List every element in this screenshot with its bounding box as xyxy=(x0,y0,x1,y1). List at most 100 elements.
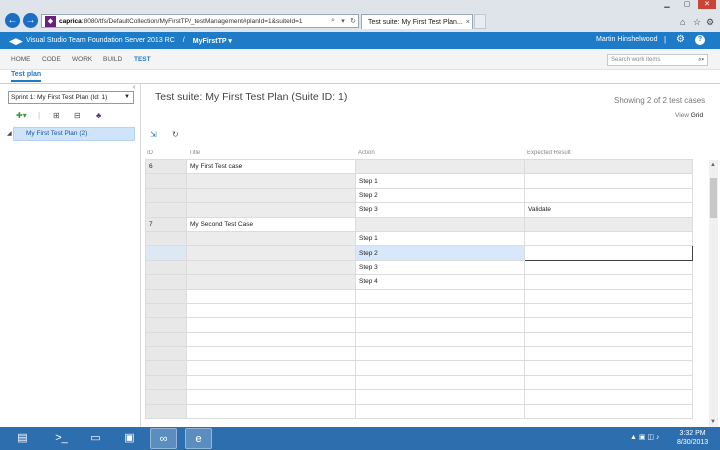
settings-gear-icon[interactable]: ⚙ xyxy=(706,17,714,28)
scroll-up-icon[interactable]: ▲ xyxy=(710,162,716,168)
hub-code[interactable]: CODE xyxy=(42,56,61,63)
cell-title[interactable] xyxy=(186,346,356,362)
cell-expected-result[interactable] xyxy=(524,288,693,304)
cell-action[interactable] xyxy=(355,302,525,319)
favorites-star-icon[interactable]: ☆ xyxy=(693,17,701,28)
scroll-down-icon[interactable]: ▼ xyxy=(710,419,716,425)
back-icon[interactable]: ← xyxy=(5,13,20,28)
minimize-icon[interactable]: ▁ xyxy=(658,0,676,9)
cell-expected-result[interactable] xyxy=(524,374,693,391)
cell-action[interactable] xyxy=(355,317,525,333)
internet-explorer-icon[interactable]: e xyxy=(185,428,212,449)
cell-id[interactable] xyxy=(145,317,187,333)
new-tab-button[interactable] xyxy=(474,14,486,29)
dropdown-icon[interactable]: ▾ xyxy=(338,17,348,25)
cell-expected-result[interactable] xyxy=(524,259,693,276)
cell-action[interactable] xyxy=(355,158,525,175)
cell-action[interactable] xyxy=(355,389,525,405)
cell-action[interactable]: Step 4 xyxy=(355,274,525,290)
maximize-icon[interactable]: ▢ xyxy=(678,0,696,9)
cell-title[interactable] xyxy=(186,403,356,420)
cell-expected-result[interactable] xyxy=(524,403,693,420)
cell-id[interactable] xyxy=(145,302,187,319)
table-row[interactable]: Step 1 xyxy=(145,230,693,247)
assign-configurations-icon[interactable]: ♣ xyxy=(96,111,101,120)
cell-title[interactable] xyxy=(186,230,356,247)
cell-id[interactable] xyxy=(145,202,187,218)
cell-title[interactable] xyxy=(186,202,356,218)
cell-id[interactable] xyxy=(145,403,187,420)
cell-expected-result[interactable]: Validate xyxy=(524,202,693,218)
hub-home[interactable]: HOME xyxy=(11,56,31,63)
table-row[interactable]: Step 4 xyxy=(145,274,693,290)
system-tray-icons[interactable]: ▲ ▣ ◫ ♪ xyxy=(630,433,660,441)
cell-id[interactable] xyxy=(145,389,187,405)
remove-suite-icon[interactable]: ⊟ xyxy=(74,111,81,120)
test-plan-select[interactable]: Sprint 1: My First Test Plan (Id: 1) ▼ xyxy=(8,91,134,104)
admin-gear-icon[interactable]: ⚙ xyxy=(676,34,685,45)
cell-expected-result[interactable] xyxy=(524,274,693,290)
project-selector[interactable]: MyFirstTP ▾ xyxy=(193,37,232,45)
cell-action[interactable]: Step 3 xyxy=(355,259,525,276)
cell-id[interactable] xyxy=(145,374,187,391)
url-text[interactable]: caprica:8080/tfs/DefaultCollection/MyFir… xyxy=(59,18,328,25)
search-icon[interactable]: ⌕ xyxy=(328,17,338,25)
search-work-items-input[interactable]: Search work items ⌕▾ xyxy=(607,54,708,66)
hub-test[interactable]: TEST xyxy=(134,56,151,63)
return-to-list-icon[interactable]: ⇲ xyxy=(150,130,157,139)
table-row[interactable]: Step 3 xyxy=(145,259,693,276)
table-row[interactable]: Step 2 xyxy=(145,245,693,261)
column-header-expected-result[interactable]: Expected Result xyxy=(527,150,571,156)
cell-id[interactable] xyxy=(145,259,187,276)
tree-expand-icon[interactable]: ◢ xyxy=(7,130,12,137)
browser-tab-active[interactable]: Test suite: My First Test Plan... × xyxy=(361,14,473,29)
cell-action[interactable] xyxy=(355,346,525,362)
close-icon[interactable]: ✕ xyxy=(698,0,716,9)
cell-id[interactable]: 7 xyxy=(145,216,187,232)
cell-id[interactable] xyxy=(145,173,187,189)
help-icon[interactable]: ? xyxy=(695,35,705,45)
column-header-action[interactable]: Action xyxy=(358,150,375,156)
user-name[interactable]: Martin Hinshelwood xyxy=(596,36,657,43)
cell-title[interactable] xyxy=(186,302,356,319)
table-row[interactable] xyxy=(145,302,693,319)
table-row[interactable]: 7 My Second Test Case xyxy=(145,216,693,232)
cell-expected-result[interactable] xyxy=(524,187,693,204)
table-row[interactable] xyxy=(145,288,693,304)
server-manager-icon[interactable]: ▤ xyxy=(9,428,36,449)
search-icon[interactable]: ⌕▾ xyxy=(698,55,704,65)
cell-title[interactable] xyxy=(186,288,356,304)
cell-action[interactable] xyxy=(355,360,525,376)
cell-id[interactable] xyxy=(145,187,187,204)
column-header-id[interactable]: ID xyxy=(147,150,153,156)
tab-test-plan[interactable]: Test plan xyxy=(11,71,42,82)
cell-title[interactable]: My First Test case xyxy=(186,158,356,175)
refresh-icon[interactable]: ↻ xyxy=(172,130,179,139)
table-row[interactable] xyxy=(145,360,693,376)
cell-id[interactable] xyxy=(145,331,187,348)
cell-action[interactable]: Step 3 xyxy=(355,202,525,218)
cell-id[interactable] xyxy=(145,245,187,261)
cell-title[interactable] xyxy=(186,389,356,405)
new-suite-icon[interactable]: ⊞ xyxy=(53,111,60,120)
cell-expected-result[interactable] xyxy=(524,346,693,362)
cell-id[interactable] xyxy=(145,230,187,247)
cell-expected-result[interactable] xyxy=(524,389,693,405)
cell-expected-result[interactable] xyxy=(524,158,693,175)
table-row[interactable] xyxy=(145,403,693,420)
cell-action[interactable] xyxy=(355,288,525,304)
cell-expected-result[interactable] xyxy=(524,230,693,247)
network-icon[interactable]: ▣ xyxy=(116,428,143,449)
cell-expected-result[interactable] xyxy=(524,216,693,232)
file-explorer-icon[interactable]: ▭ xyxy=(82,428,109,449)
refresh-icon[interactable]: ↻ xyxy=(348,17,358,25)
cell-action[interactable]: Step 1 xyxy=(355,230,525,247)
table-row[interactable] xyxy=(145,346,693,362)
table-row[interactable] xyxy=(145,389,693,405)
cell-action[interactable]: Step 2 xyxy=(355,245,525,261)
visual-studio-icon[interactable]: ∞ xyxy=(150,428,177,449)
forward-icon[interactable]: → xyxy=(23,13,38,28)
cell-expected-result[interactable] xyxy=(524,317,693,333)
table-row[interactable]: Step 1 xyxy=(145,173,693,189)
cell-expected-result[interactable] xyxy=(524,331,693,348)
